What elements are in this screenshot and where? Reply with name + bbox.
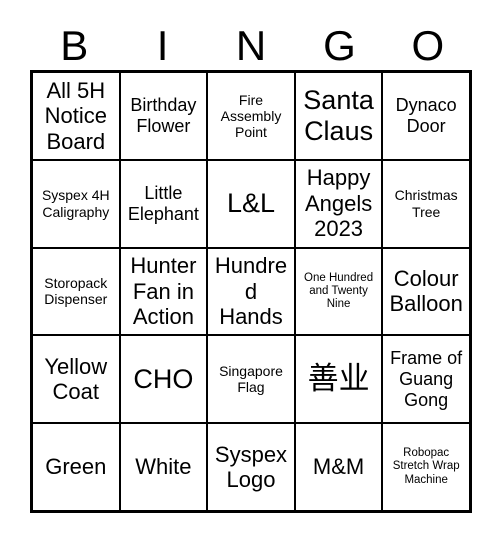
bingo-cell[interactable]: Green bbox=[33, 424, 121, 510]
bingo-cell[interactable]: 善业 bbox=[296, 336, 384, 423]
bingo-cell[interactable]: Hundred Hands bbox=[208, 248, 296, 335]
bingo-cell[interactable]: Syspex 4H Caligraphy bbox=[33, 160, 121, 247]
bingo-cell[interactable]: Storopack Dispenser bbox=[33, 248, 121, 335]
bingo-cell[interactable]: Hunter Fan in Action bbox=[121, 248, 209, 335]
bingo-cell[interactable]: Fire Assembly Point bbox=[208, 73, 296, 159]
bingo-grid: All 5H Notice Board Birthday Flower Fire… bbox=[30, 70, 472, 513]
bingo-cell[interactable]: White bbox=[121, 424, 209, 510]
bingo-cell[interactable]: Colour Balloon bbox=[383, 249, 469, 335]
bingo-cell[interactable]: Birthday Flower bbox=[121, 73, 209, 159]
bingo-cell[interactable]: One Hundred and Twenty Nine bbox=[296, 248, 384, 335]
bingo-row: Green White Syspex Logo M&M Robopac Stre… bbox=[33, 424, 469, 510]
bingo-header-letter-o: O bbox=[411, 22, 445, 69]
bingo-cell[interactable]: Singapore Flag bbox=[208, 336, 296, 423]
bingo-row: Yellow Coat CHO Singapore Flag 善业 Frame … bbox=[33, 336, 469, 425]
bingo-row: Syspex 4H Caligraphy Little Elephant L&L… bbox=[33, 160, 469, 249]
bingo-cell[interactable]: CHO bbox=[121, 336, 209, 423]
bingo-header-letter-n: N bbox=[235, 22, 267, 69]
bingo-cell[interactable]: Yellow Coat bbox=[33, 336, 121, 423]
bingo-card: B I N G O All 5H Notice Board Birthday F… bbox=[0, 0, 501, 544]
bingo-cell[interactable]: L&L bbox=[208, 160, 296, 247]
bingo-row: Storopack Dispenser Hunter Fan in Action… bbox=[33, 248, 469, 337]
bingo-header-letter-g: G bbox=[323, 22, 356, 69]
bingo-cell[interactable]: M&M bbox=[296, 424, 384, 510]
bingo-header-letter-i: I bbox=[156, 22, 169, 69]
bingo-cell[interactable]: Dynaco Door bbox=[383, 73, 469, 159]
bingo-cell[interactable]: Frame of Guang Gong bbox=[383, 336, 469, 422]
bingo-cell[interactable]: Santa Claus bbox=[296, 73, 384, 159]
bingo-header-letter-b: B bbox=[60, 22, 89, 69]
bingo-cell[interactable]: All 5H Notice Board bbox=[33, 73, 121, 159]
bingo-cell[interactable]: Happy Angels 2023 bbox=[296, 160, 384, 247]
bingo-cell[interactable]: Syspex Logo bbox=[208, 424, 296, 510]
bingo-cell[interactable]: Robopac Stretch Wrap Machine bbox=[383, 424, 469, 510]
bingo-header: B I N G O bbox=[30, 18, 472, 68]
bingo-row: All 5H Notice Board Birthday Flower Fire… bbox=[33, 73, 469, 161]
bingo-cell[interactable]: Little Elephant bbox=[121, 160, 209, 247]
bingo-cell[interactable]: Christmas Tree bbox=[383, 161, 469, 247]
